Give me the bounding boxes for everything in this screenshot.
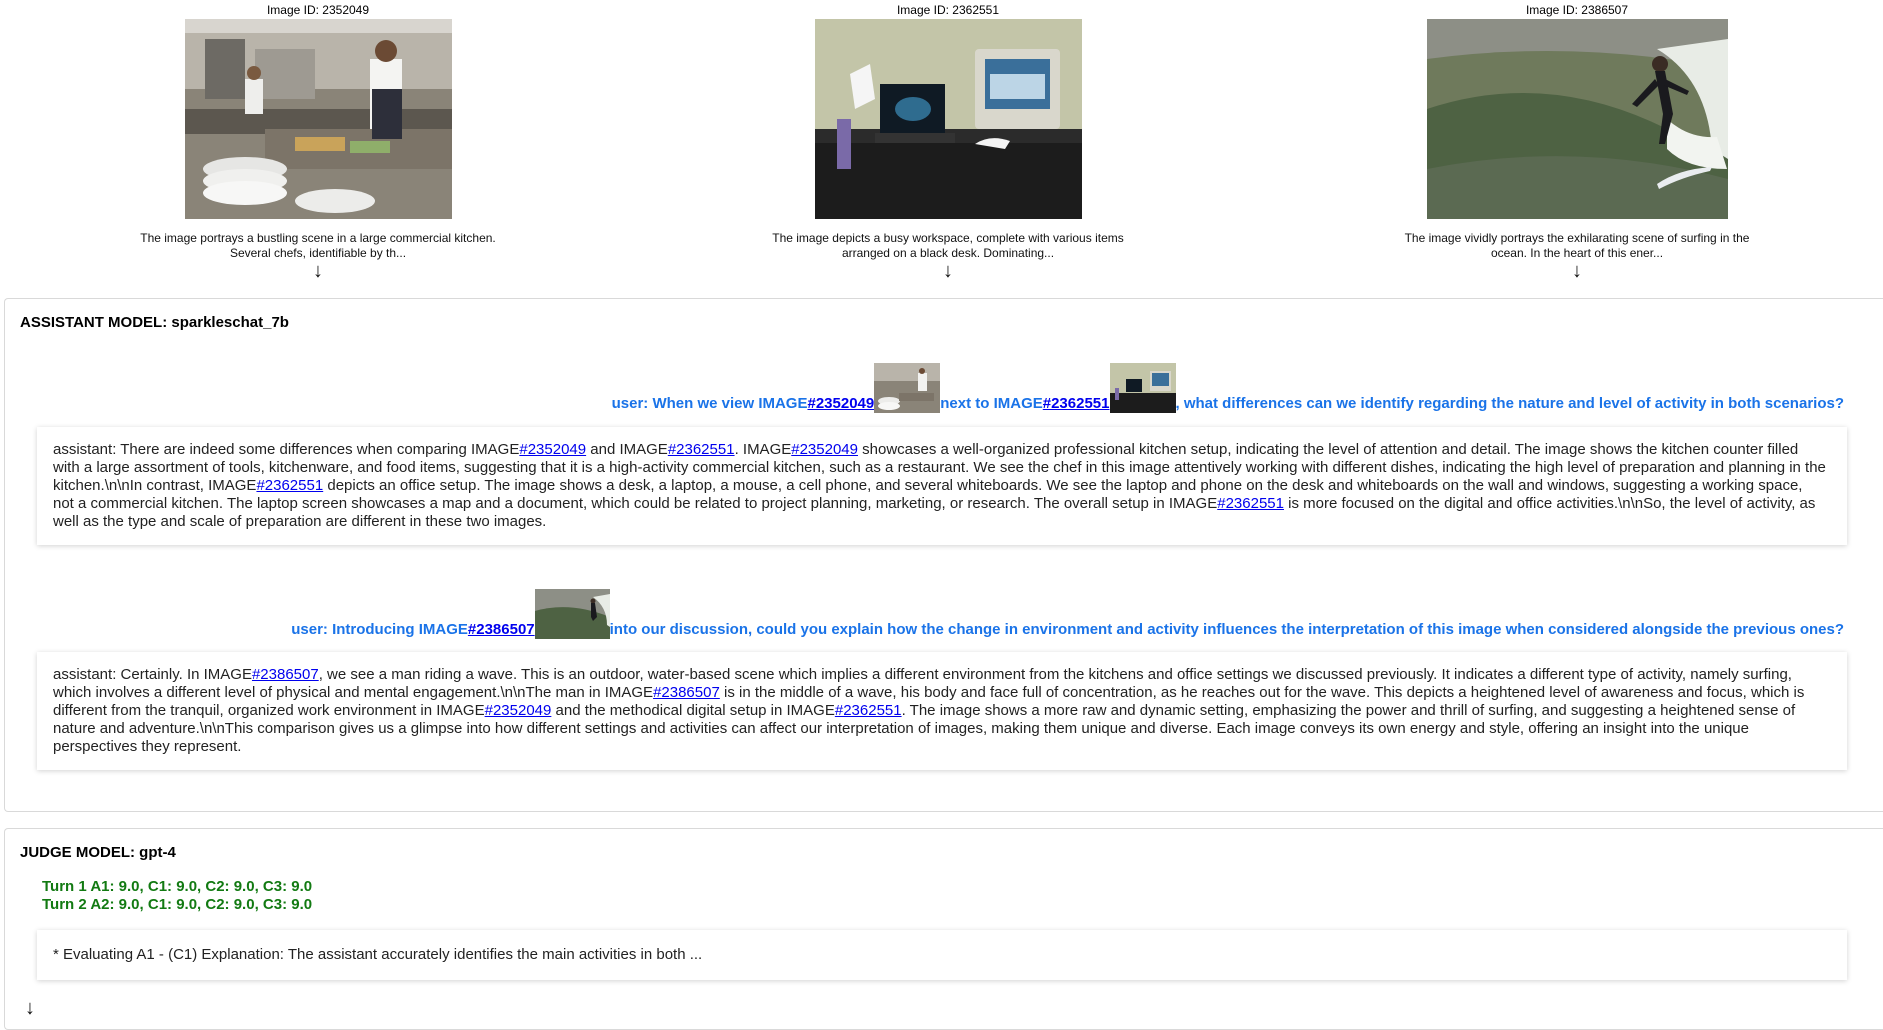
image-link-2352049[interactable]: #2352049 [519, 441, 586, 458]
user-message-text: into our discussion, could you explain h… [609, 621, 1844, 638]
surfing-thumbnail[interactable] [534, 589, 610, 639]
user-message-text: next to IMAGE [940, 395, 1043, 412]
assistant-message-text: and the methodical digital setup in IMAG… [551, 702, 835, 719]
image-link-2362551[interactable]: #2362551 [256, 477, 323, 494]
assistant-message-text: assistant: There are indeed some differe… [53, 441, 520, 458]
image-link-2352049[interactable]: #2352049 [791, 441, 858, 458]
image-id-label: Image ID: 2386507 [1525, 3, 1629, 17]
turn-1-score: Turn 1 A1: 9.0, C1: 9.0, C2: 9.0, C3: 9.… [42, 878, 313, 895]
image-caption: The image portrays a bustling scene in a… [140, 231, 496, 260]
image-link-2386507[interactable]: #2386507 [252, 666, 319, 683]
turn-2-score: Turn 2 A2: 9.0, C1: 9.0, C2: 9.0, C3: 9.… [42, 896, 313, 913]
image-card-office: Image ID: 2362551 The image depicts a bu… [738, 3, 1158, 281]
assistant-message-text: assistant: Certainly. In IMAGE [53, 666, 252, 683]
assistant-message-text: . IMAGE [734, 441, 792, 458]
image-link-2362551[interactable]: #2362551 [1043, 395, 1110, 412]
image-link-2362551[interactable]: #2362551 [835, 702, 902, 719]
user-message-turn-1: user: When we view IMAGE #2352049 next t… [611, 363, 1845, 413]
image-link-2352049[interactable]: #2352049 [807, 395, 874, 412]
user-message-text: user: When we view IMAGE [611, 395, 808, 412]
image-caption: The image vividly portrays the exhilarat… [1404, 231, 1750, 260]
user-message-turn-2: user: Introducing IMAGE #2386507 into ou… [291, 589, 1844, 639]
office-photo[interactable] [814, 19, 1082, 219]
assistant-message-text: and IMAGE [586, 441, 668, 458]
kitchen-photo[interactable] [184, 19, 452, 219]
image-link-2386507[interactable]: #2386507 [653, 684, 720, 701]
user-message-text: user: Introducing IMAGE [291, 621, 468, 638]
image-link-2362551[interactable]: #2362551 [668, 441, 735, 458]
evaluation-text: * Evaluating A1 - (C1) Explanation: The … [53, 946, 703, 963]
assistant-model-panel: ASSISTANT MODEL: sparkleschat_7b user: W… [4, 298, 1883, 812]
image-card-surfing: Image ID: 2386507 The image vividly port… [1367, 3, 1787, 281]
image-link-2352049[interactable]: #2352049 [485, 702, 552, 719]
image-link-2386507[interactable]: #2386507 [468, 621, 535, 638]
image-strip: Image ID: 2352049 The image portrays a b… [0, 0, 1883, 290]
image-id-label: Image ID: 2352049 [266, 3, 370, 17]
user-message-text: , what differences can we identify regar… [1175, 395, 1845, 412]
image-caption: The image depicts a busy workspace, comp… [772, 231, 1124, 260]
office-thumbnail[interactable] [1109, 363, 1176, 413]
kitchen-thumbnail[interactable] [874, 363, 941, 413]
judge-evaluation-text: * Evaluating A1 - (C1) Explanation: The … [37, 930, 1847, 980]
down-arrow-icon: ↓ [313, 260, 323, 282]
down-arrow-icon: ↓ [1572, 260, 1582, 282]
down-arrow-icon: ↓ [943, 260, 953, 282]
assistant-model-title: ASSISTANT MODEL: sparkleschat_7b [20, 314, 289, 331]
assistant-message-turn-1: assistant: There are indeed some differe… [37, 427, 1847, 545]
judge-model-panel: JUDGE MODEL: gpt-4 Turn 1 A1: 9.0, C1: 9… [4, 828, 1883, 1030]
image-link-2362551[interactable]: #2362551 [1217, 495, 1284, 512]
down-arrow-icon[interactable]: ↓ [25, 998, 35, 1018]
image-card-kitchen: Image ID: 2352049 The image portrays a b… [108, 3, 528, 281]
judge-model-title: JUDGE MODEL: gpt-4 [20, 844, 176, 861]
surfing-photo[interactable] [1426, 19, 1728, 219]
assistant-message-turn-2: assistant: Certainly. In IMAGE#2386507, … [37, 652, 1847, 770]
image-id-label: Image ID: 2362551 [896, 3, 1000, 17]
